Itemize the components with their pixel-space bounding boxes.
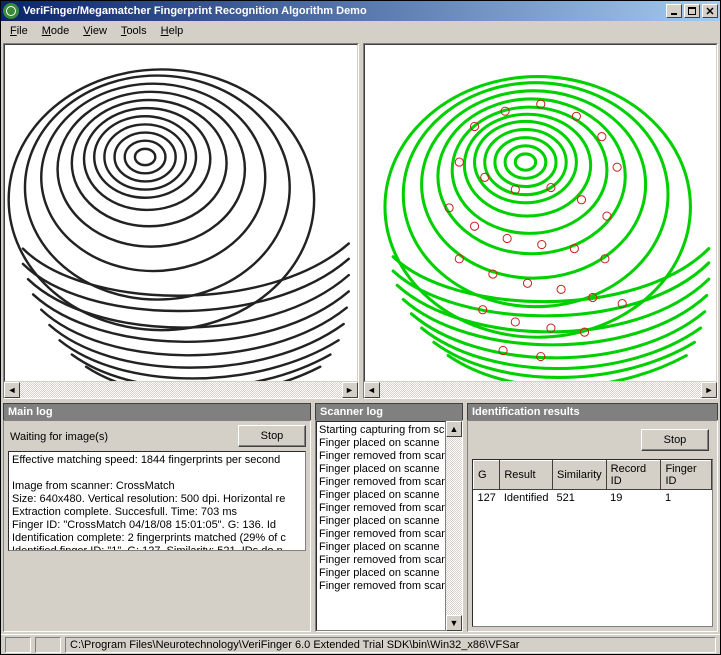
- window-title: VeriFinger/Megamatcher Fingerprint Recog…: [23, 5, 666, 17]
- scroll-left-icon[interactable]: ◄: [364, 382, 380, 398]
- processed-fingerprint-image: [365, 45, 717, 381]
- menu-mode[interactable]: Mode: [35, 23, 77, 39]
- col-g[interactable]: G: [474, 461, 500, 490]
- col-record-id[interactable]: Record ID: [606, 461, 661, 490]
- scroll-right-icon[interactable]: ►: [701, 382, 717, 398]
- status-path: C:\Program Files\Neurotechnology\VeriFin…: [65, 637, 716, 653]
- identification-stop-button[interactable]: Stop: [641, 429, 709, 451]
- scroll-track[interactable]: [380, 382, 702, 398]
- menu-tools[interactable]: Tools: [114, 23, 154, 39]
- scroll-track[interactable]: [446, 437, 462, 615]
- cell-similarity: 521: [553, 490, 607, 507]
- scroll-right-icon[interactable]: ►: [342, 382, 358, 398]
- window-controls: [666, 4, 718, 18]
- identification-header: Identification results: [467, 403, 718, 420]
- scanner-log-header: Scanner log: [315, 403, 463, 420]
- scanner-log-vscrollbar[interactable]: ▲ ▼: [446, 421, 462, 631]
- scanner-log-pane: Scanner log Starting capturing from scFi…: [315, 403, 463, 632]
- table-row[interactable]: 127 Identified 521 19 1: [474, 490, 712, 507]
- scroll-left-icon[interactable]: ◄: [4, 382, 20, 398]
- status-cell-1: [5, 637, 31, 653]
- main-log-text[interactable]: Effective matching speed: 1844 fingerpri…: [8, 451, 306, 551]
- titlebar: VeriFinger/Megamatcher Fingerprint Recog…: [1, 1, 720, 21]
- raw-fingerprint-viewport[interactable]: [4, 44, 358, 382]
- identification-pane: Identification results Stop G Result Sim…: [467, 403, 718, 632]
- main-log-pane: Main log Waiting for image(s) Stop Effec…: [3, 403, 311, 632]
- menu-file[interactable]: File: [3, 23, 35, 39]
- status-cell-2: [35, 637, 61, 653]
- close-button[interactable]: [702, 4, 718, 18]
- processed-fingerprint-viewport[interactable]: [364, 44, 718, 382]
- raw-fingerprint-image: [5, 45, 357, 381]
- proc-hscrollbar[interactable]: ◄ ►: [364, 382, 718, 398]
- raw-hscrollbar[interactable]: ◄ ►: [4, 382, 358, 398]
- raw-fingerprint-panel: ◄ ►: [3, 43, 359, 399]
- main-log-header: Main log: [3, 403, 311, 420]
- main-log-stop-button[interactable]: Stop: [238, 425, 306, 447]
- work-area: ◄ ►: [1, 41, 720, 401]
- col-result[interactable]: Result: [500, 461, 553, 490]
- col-similarity[interactable]: Similarity: [553, 461, 607, 490]
- scroll-down-icon[interactable]: ▼: [446, 615, 462, 631]
- main-log-waiting-text: Waiting for image(s): [8, 425, 110, 445]
- menu-view[interactable]: View: [76, 23, 114, 39]
- menu-help[interactable]: Help: [154, 23, 191, 39]
- lower-panes: Main log Waiting for image(s) Stop Effec…: [1, 401, 720, 634]
- processed-fingerprint-panel: ◄ ►: [363, 43, 719, 399]
- identification-table: G Result Similarity Record ID Finger ID …: [473, 460, 712, 506]
- scroll-track[interactable]: [20, 382, 342, 398]
- cell-finger-id: 1: [661, 490, 712, 507]
- cell-result: Identified: [500, 490, 553, 507]
- statusbar: C:\Program Files\Neurotechnology\VeriFin…: [1, 634, 720, 654]
- scroll-up-icon[interactable]: ▲: [446, 421, 462, 437]
- cell-g: 127: [474, 490, 500, 507]
- maximize-button[interactable]: [684, 4, 700, 18]
- app-icon: [3, 3, 19, 19]
- cell-record-id: 19: [606, 490, 661, 507]
- col-finger-id[interactable]: Finger ID: [661, 461, 712, 490]
- scanner-log-list[interactable]: Starting capturing from scFinger placed …: [316, 421, 446, 631]
- minimize-button[interactable]: [666, 4, 682, 18]
- identification-table-wrap: G Result Similarity Record ID Finger ID …: [472, 459, 713, 627]
- menubar: File Mode View Tools Help: [1, 21, 720, 41]
